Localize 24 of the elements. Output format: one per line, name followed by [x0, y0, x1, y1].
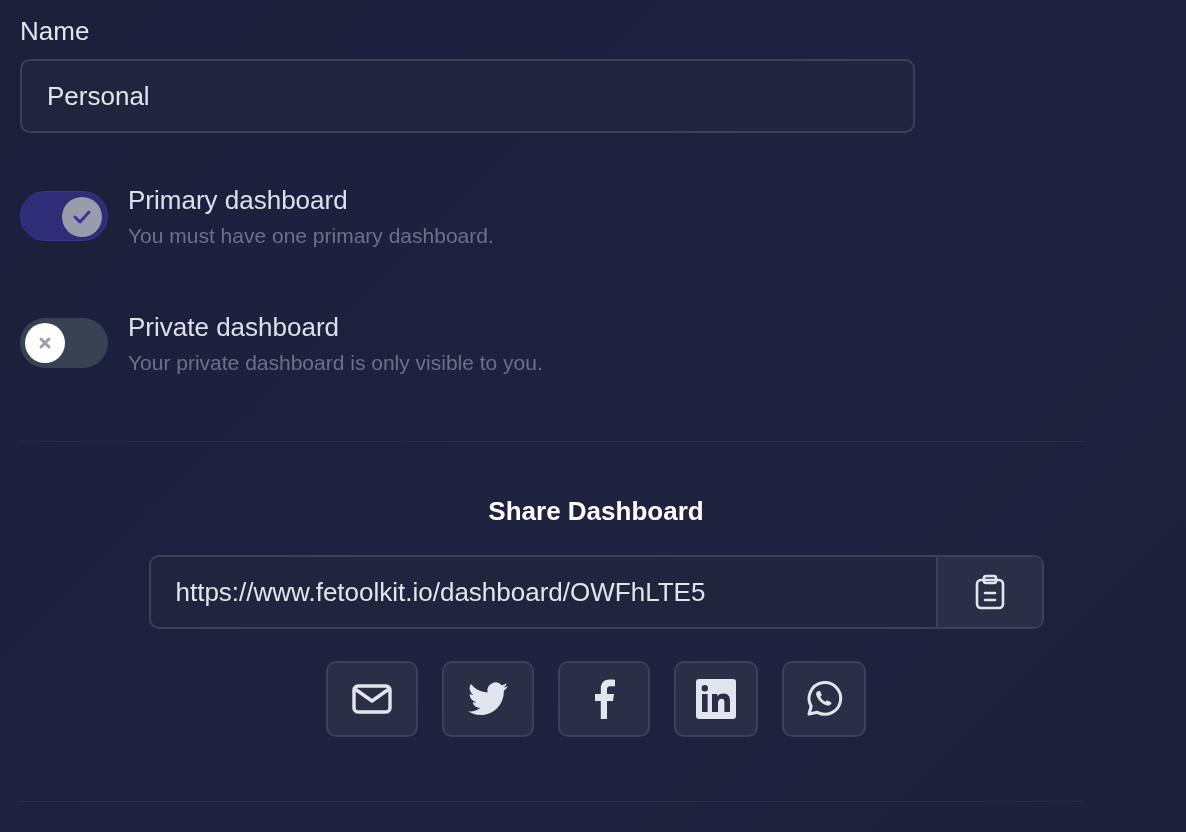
mail-icon — [352, 684, 392, 714]
name-field[interactable]: Personal — [20, 59, 915, 133]
toggle-switch[interactable] — [20, 318, 108, 368]
share-button[interactable] — [674, 661, 758, 737]
toggle-switch[interactable] — [20, 191, 108, 241]
clipboard-icon — [973, 574, 1006, 610]
toggle-title: Private dashboard — [128, 312, 341, 343]
toggle-description: Your private dashboard is only visible to you. — [128, 351, 543, 375]
share-button[interactable] — [442, 661, 534, 737]
check-icon — [73, 210, 91, 224]
share-button[interactable] — [782, 661, 866, 737]
toggle-description: You must have one primary dashboard. — [128, 224, 494, 248]
linkedin-icon — [696, 679, 736, 719]
share-button[interactable] — [326, 661, 418, 737]
toggle-title: Primary dashboard — [128, 185, 349, 216]
bird-icon — [468, 682, 508, 716]
whatsapp-icon — [804, 679, 844, 719]
cross-icon — [39, 337, 51, 349]
url-field[interactable]: https://www.fetoolkit.io/dashboard/OWFhLTE5 — [148, 555, 1044, 629]
facebook-icon — [593, 679, 615, 719]
copy-button[interactable] — [935, 557, 1042, 627]
section-title: Share Dashboard — [488, 496, 704, 527]
share-button[interactable] — [558, 661, 650, 737]
field-label: Name — [20, 16, 90, 47]
